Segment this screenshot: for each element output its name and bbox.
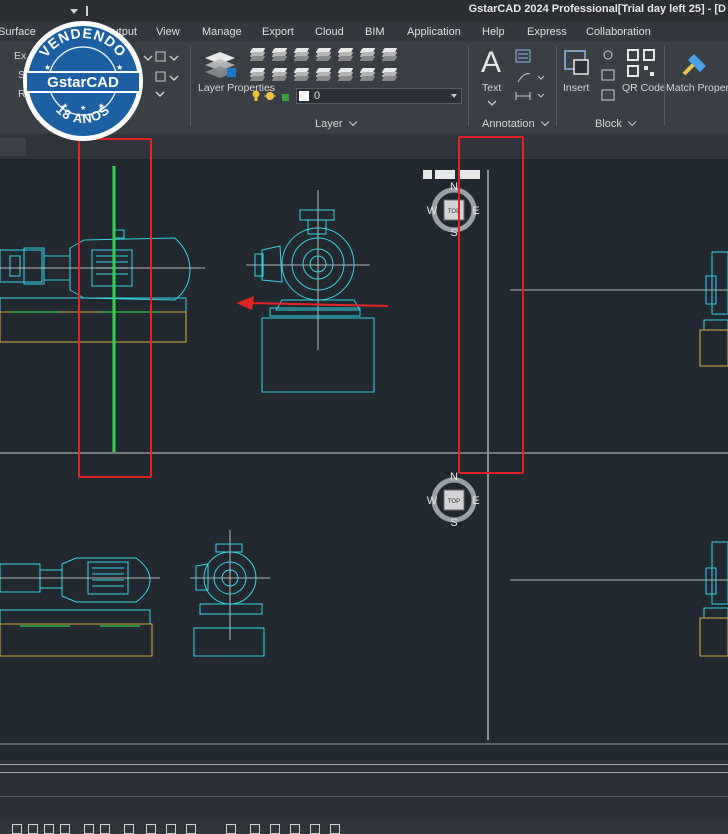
title-bar: GstarCAD 2024 Professional[Trial day lef…: [0, 0, 728, 22]
match-properties-icon[interactable]: [678, 48, 710, 80]
tab-cloud[interactable]: Cloud: [315, 26, 344, 38]
status-toggle-icon[interactable]: [100, 824, 110, 834]
chevron-down-icon[interactable]: [486, 98, 498, 108]
ribbon-separator: [190, 46, 191, 126]
command-line-border: [0, 764, 728, 765]
ribbon-separator: [556, 46, 557, 126]
insert-label[interactable]: Insert: [563, 82, 589, 95]
command-line-border: [0, 772, 728, 773]
panel-label-layer[interactable]: Layer: [315, 118, 354, 130]
layer-properties-icon[interactable]: [203, 48, 237, 82]
layer-dropdown[interactable]: 0: [296, 88, 462, 104]
layer-tool-icon[interactable]: [293, 48, 310, 61]
tab-help[interactable]: Help: [482, 26, 505, 38]
status-toggle-icon[interactable]: [44, 824, 54, 834]
layer-tool-icon[interactable]: [249, 68, 266, 81]
tab-collaboration[interactable]: Collaboration: [586, 26, 651, 38]
status-toggle-icon[interactable]: [28, 824, 38, 834]
quick-access-toolbar[interactable]: [0, 0, 88, 22]
status-toggle-icon[interactable]: [166, 824, 176, 834]
layer-tool-icon[interactable]: [381, 48, 398, 61]
ribbon-separator: [468, 46, 469, 126]
svg-text:★: ★: [116, 63, 123, 72]
layer-tool-icon[interactable]: [271, 48, 288, 61]
layer-dropdown-value: 0: [314, 90, 321, 102]
tab-express[interactable]: Express: [527, 26, 567, 38]
status-toggle-icon[interactable]: [226, 824, 236, 834]
layer-tool-icon[interactable]: [315, 68, 332, 81]
dimension-tools-icon[interactable]: [512, 48, 548, 106]
insert-block-icon[interactable]: [562, 48, 592, 80]
layer-tool-icon[interactable]: [249, 48, 266, 61]
layer-tool-icon[interactable]: [359, 68, 376, 81]
red-highlight-box-left: [78, 138, 152, 478]
command-line-border: [0, 796, 728, 797]
layer-color-swatch: [299, 91, 309, 101]
layer-tool-icon[interactable]: [359, 48, 376, 61]
text-label[interactable]: Text: [482, 82, 501, 95]
viewcube-bottom[interactable]: TOP N S W E: [427, 471, 480, 529]
viewcube-top-s[interactable]: S: [450, 227, 457, 239]
modify-tools-icon[interactable]: [140, 48, 188, 110]
tab-application[interactable]: Application: [407, 26, 461, 38]
layer-state-icons[interactable]: [250, 88, 294, 104]
qr-code-icon[interactable]: [626, 48, 656, 78]
status-toggle-icon[interactable]: [186, 824, 196, 834]
layer-tool-icon[interactable]: [381, 68, 398, 81]
pump-assembly-top-center: [246, 190, 375, 393]
chevron-down-icon[interactable]: [70, 8, 78, 14]
viewcube-top-n[interactable]: N: [450, 181, 458, 193]
status-toggle-icon[interactable]: [310, 824, 320, 834]
svg-text:★: ★: [80, 104, 86, 112]
status-bar: [0, 820, 728, 834]
tab-view[interactable]: View: [156, 26, 180, 38]
motor-pump-assembly-bottom-left: [0, 557, 160, 657]
command-area[interactable]: [0, 760, 728, 820]
layer-tool-icon[interactable]: [337, 48, 354, 61]
viewcube-bottom-e[interactable]: E: [472, 495, 479, 507]
status-toggle-icon[interactable]: [124, 824, 134, 834]
panel-label-block[interactable]: Block: [595, 118, 633, 130]
status-toggle-icon[interactable]: [290, 824, 300, 834]
match-properties-label[interactable]: Match Properties: [666, 82, 728, 95]
tab-manage[interactable]: Manage: [202, 26, 242, 38]
pump-assembly-bottom-center: [190, 530, 270, 657]
separator-icon: [86, 6, 88, 16]
chevron-down-icon: [451, 94, 457, 98]
status-toggle-icon[interactable]: [12, 824, 22, 834]
status-toggle-icon[interactable]: [84, 824, 94, 834]
gstarcad-badge-logo: VENDENDO GstarCAD ★ ★ ★ ★ ★ 18 ANOS: [23, 21, 143, 141]
layer-tool-icon[interactable]: [337, 68, 354, 81]
text-icon[interactable]: A: [481, 46, 501, 80]
pump-assembly-top-right-partial: [510, 251, 728, 367]
viewcube-bottom-n[interactable]: N: [450, 471, 458, 483]
block-tools-icon[interactable]: [598, 48, 618, 106]
ribbon-separator: [664, 46, 665, 126]
red-highlight-box-right: [458, 136, 524, 474]
layer-tool-icon[interactable]: [271, 68, 288, 81]
tab-bim[interactable]: BIM: [365, 26, 385, 38]
tab-export[interactable]: Export: [262, 26, 294, 38]
viewcube-bottom-w[interactable]: W: [427, 495, 438, 507]
pump-assembly-bottom-right-partial: [510, 541, 728, 657]
layer-tool-icon[interactable]: [315, 48, 332, 61]
viewcube-bottom-s[interactable]: S: [450, 517, 457, 529]
status-toggle-icon[interactable]: [250, 824, 260, 834]
layer-tool-icon[interactable]: [293, 68, 310, 81]
layer-properties-label[interactable]: Layer Properties: [198, 82, 275, 95]
status-toggle-icon[interactable]: [60, 824, 70, 834]
status-toggle-icon[interactable]: [146, 824, 156, 834]
viewcube-top-w[interactable]: W: [427, 205, 438, 217]
badge-brand: GstarCAD: [47, 74, 119, 91]
status-toggle-icon[interactable]: [270, 824, 280, 834]
qr-code-label[interactable]: QR Code: [622, 82, 666, 95]
svg-text:★: ★: [44, 63, 51, 72]
viewcube-bottom-face[interactable]: TOP: [448, 499, 460, 505]
status-toggle-icon[interactable]: [330, 824, 340, 834]
panel-label-annotation[interactable]: Annotation: [482, 118, 546, 130]
window-title: GstarCAD 2024 Professional[Trial day lef…: [468, 3, 726, 15]
